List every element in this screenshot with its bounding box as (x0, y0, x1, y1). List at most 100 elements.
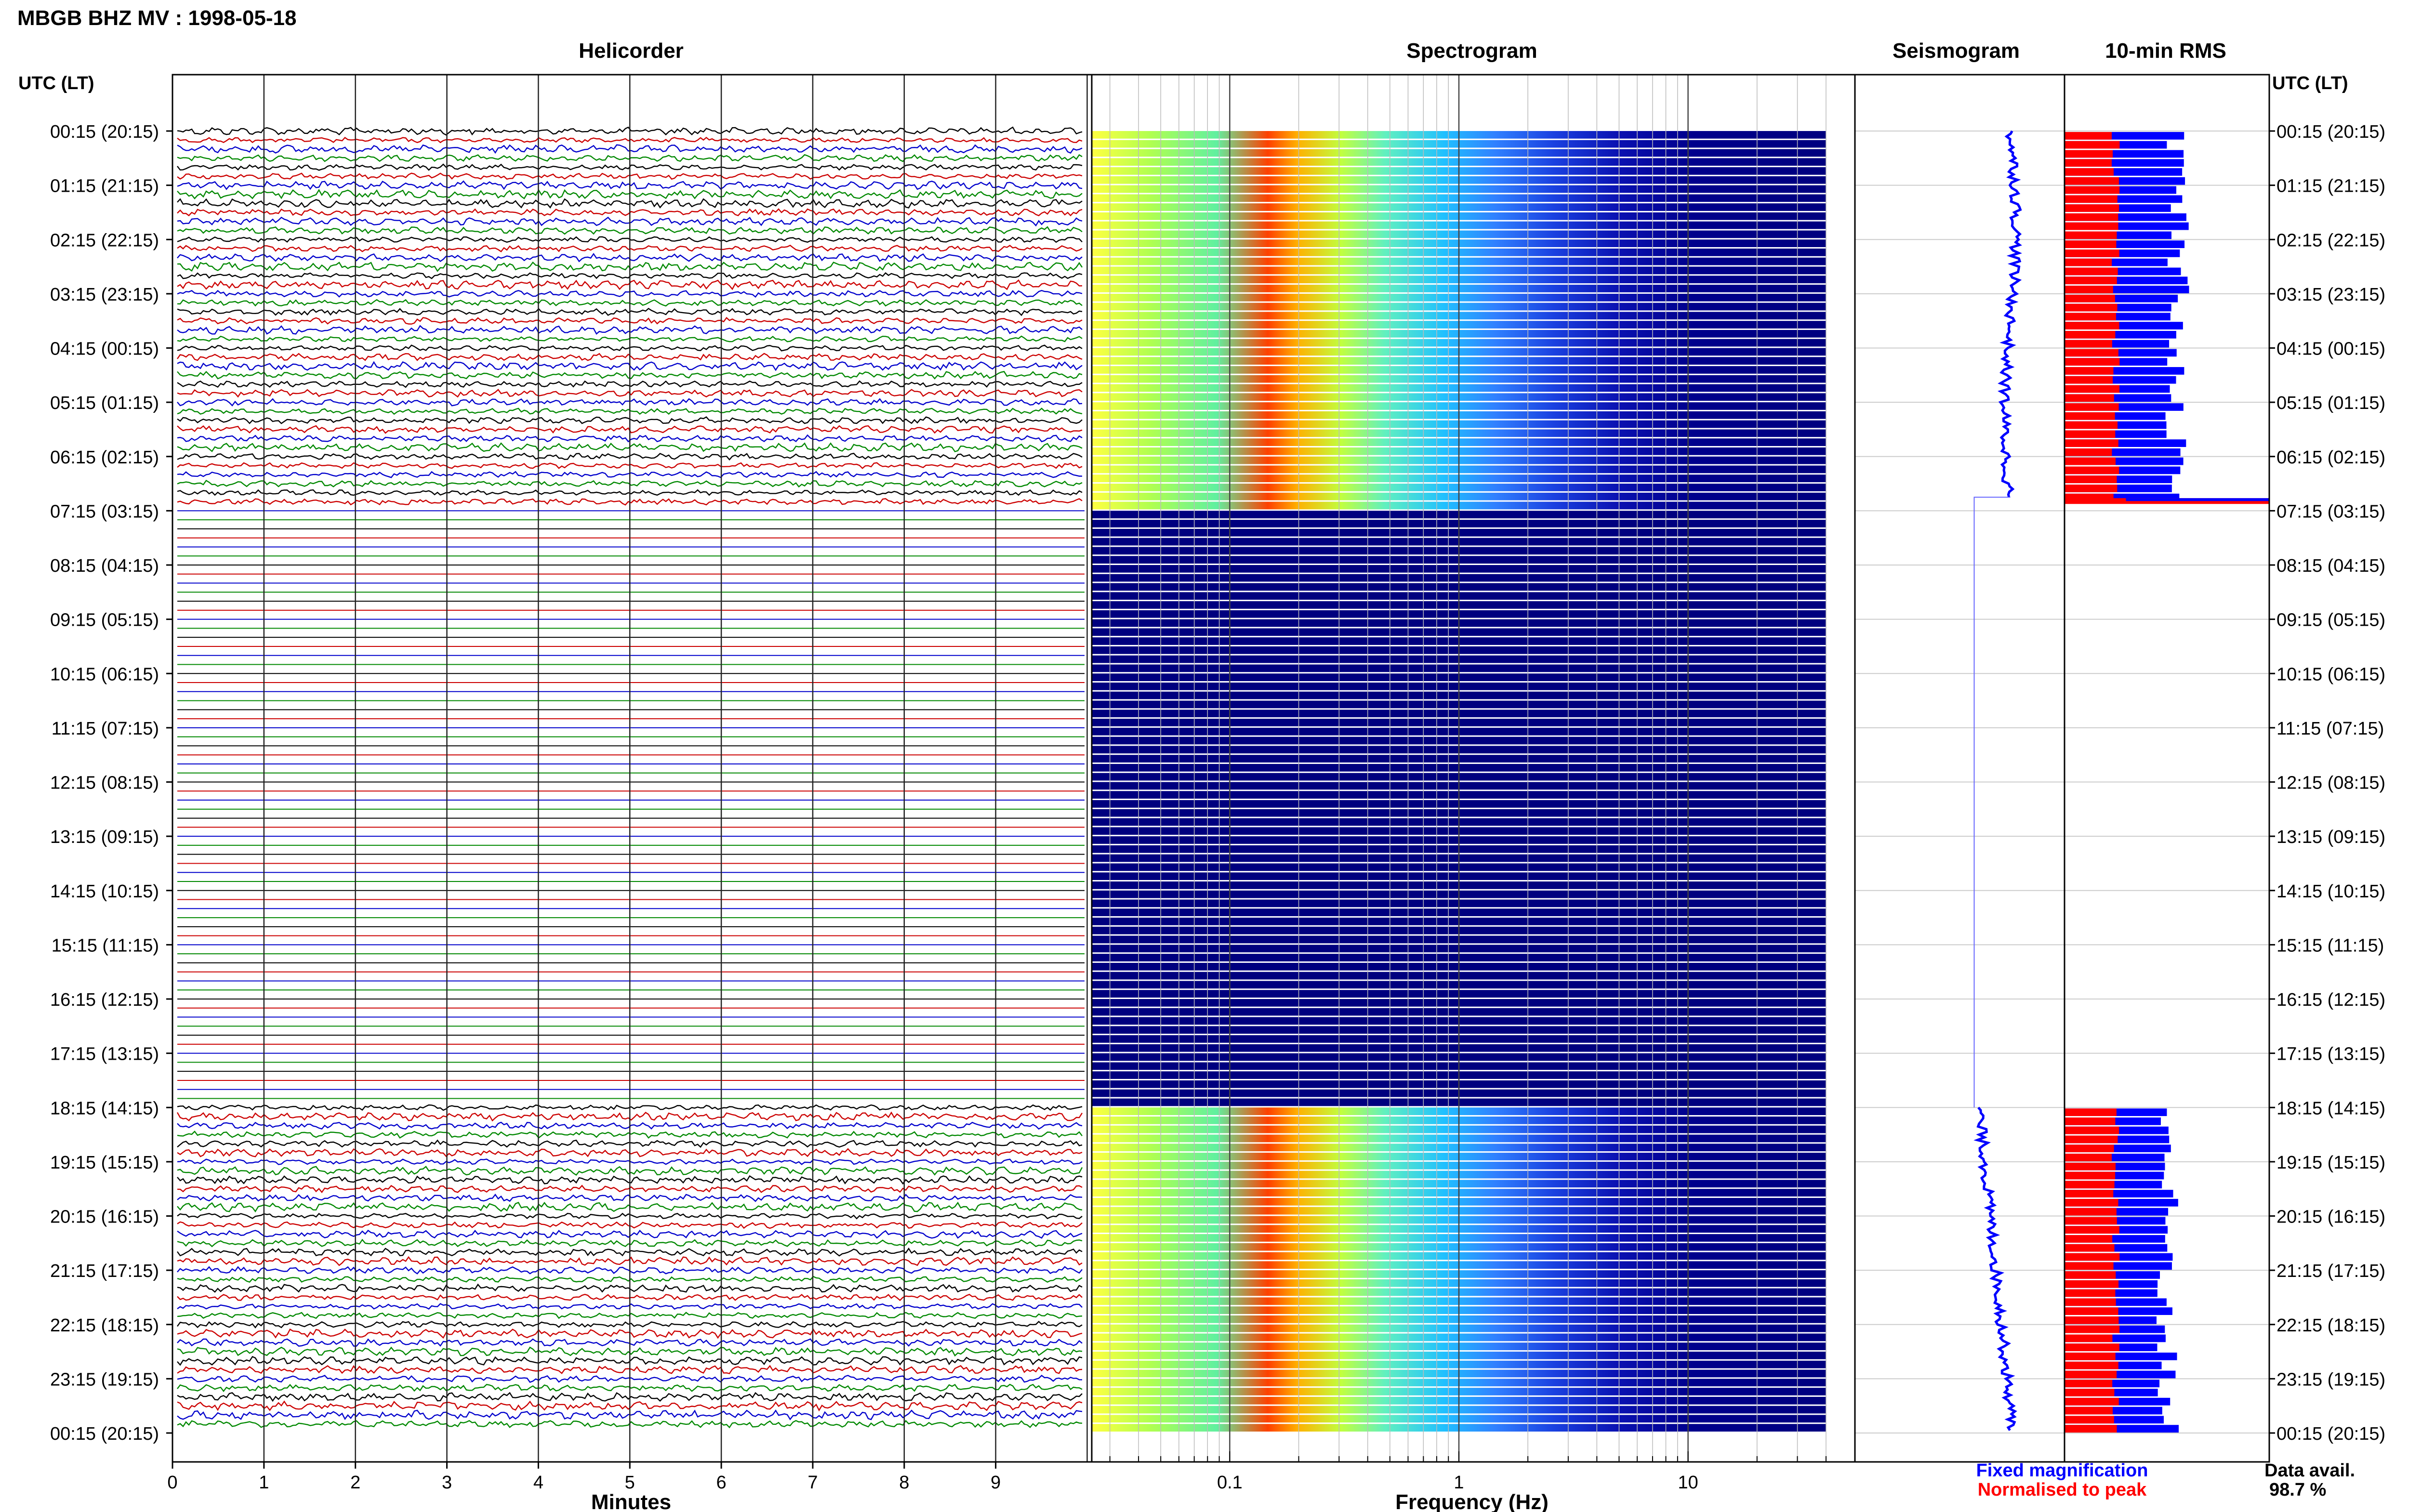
rms-bar-normalised (2065, 466, 2119, 474)
time-label-right: 02:15 (22:15) (2277, 230, 2385, 250)
time-label-left: 04:15 (00:15) (50, 339, 159, 359)
time-label-left: 00:15 (20:15) (50, 122, 159, 142)
rms-bar-normalised (2065, 367, 2114, 375)
rms-bar-normalised (2065, 286, 2113, 293)
time-label-left: 01:15 (21:15) (50, 176, 159, 197)
rms-bar-normalised (2065, 231, 2117, 239)
time-label-right: 19:15 (15:15) (2277, 1153, 2385, 1173)
time-label-right: 13:15 (09:15) (2277, 827, 2385, 847)
minute-tick-label: 1 (259, 1473, 269, 1493)
minute-tick-label: 4 (533, 1473, 543, 1493)
rms-panel (2064, 74, 2270, 1463)
seismogram-trace (1973, 1106, 2017, 1431)
time-label-left: 21:15 (17:15) (50, 1261, 159, 1281)
time-label-right: 12:15 (08:15) (2277, 773, 2385, 793)
minute-axis: 0 1 2 3 4 5 6 7 8 9 (167, 1462, 1001, 1493)
minute-tick-label: 6 (716, 1473, 727, 1493)
rms-bar-normalised (2065, 177, 2119, 185)
rms-bar-normalised (2065, 168, 2114, 176)
rms-bar-normalised (2065, 1126, 2119, 1134)
rms-bar-normalised (2065, 1181, 2115, 1189)
time-label-left: 06:15 (02:15) (50, 447, 159, 468)
seismogram-trace (1998, 130, 2022, 498)
rms-bar-normalised (2065, 376, 2113, 384)
seismogram-title: Seismogram (1893, 39, 2020, 63)
rms-bar-normalised (2065, 1389, 2115, 1396)
time-label-right: 21:15 (17:15) (2277, 1261, 2385, 1281)
rms-bar-normalised (2065, 1407, 2113, 1415)
time-label-left: 03:15 (23:15) (50, 285, 159, 305)
rms-bar-normalised (2065, 276, 2117, 285)
rms-bar-normalised (2065, 1416, 2114, 1424)
rms-bar-normalised (2065, 1235, 2113, 1243)
rms-bar-normalised (2065, 222, 2118, 230)
time-label-left: 12:15 (08:15) (50, 773, 159, 793)
time-label-right: 04:15 (00:15) (2277, 339, 2385, 359)
rms-bar-normalised (2065, 213, 2118, 221)
rms-bar-normalised (2065, 258, 2112, 266)
time-label-left: 14:15 (10:15) (50, 881, 159, 902)
spectrogram-title: Spectrogram (1406, 39, 1537, 63)
frequency-tick-label: 0.1 (1217, 1473, 1243, 1493)
seismic-day-plot: MBGB BHZ MV : 1998-05-18 Helicorder Spec… (17, 6, 2385, 1512)
rms-bar-normalised (2065, 159, 2112, 167)
rms-bar-normalised (2065, 150, 2113, 158)
rms-bar-normalised (2065, 313, 2117, 321)
frequency-axis-label: Frequency (Hz) (1395, 1490, 1549, 1512)
rms-bar-normalised (2065, 1198, 2118, 1207)
rms-bar-normalised (2065, 1280, 2119, 1288)
rms-bar-normalised (2065, 1271, 2116, 1279)
time-label-right: 08:15 (04:15) (2277, 556, 2385, 576)
rms-bar-normalised (2065, 403, 2119, 411)
rms-bar-normalised (2065, 358, 2120, 366)
rms-bar-normalised (2065, 186, 2120, 194)
right-time-axis-label: UTC (LT) (2272, 73, 2348, 93)
rms-bar-normalised (2065, 1425, 2117, 1433)
rms-bar-normalised (2065, 303, 2118, 312)
time-label-right: 03:15 (23:15) (2277, 285, 2385, 305)
rms-bar-normalised (2065, 1262, 2114, 1270)
rms-bar-normalised (2065, 1135, 2118, 1144)
rms-bar-normalised (2065, 475, 2117, 484)
time-label-right: 06:15 (02:15) (2277, 447, 2385, 468)
rms-bar-normalised (2065, 421, 2118, 429)
minutes-axis-label: Minutes (591, 1490, 671, 1512)
rms-bar-normalised (2065, 349, 2118, 357)
rms-bar-normalised (2065, 1244, 2115, 1252)
rms-bar-normalised (2065, 448, 2112, 456)
spectrogram-panel (1091, 74, 1856, 1463)
station-title: MBGB BHZ MV : 1998-05-18 (17, 6, 296, 30)
legend-normalised-to-peak: Normalised to peak (1978, 1480, 2147, 1500)
time-label-left: 07:15 (03:15) (50, 501, 159, 522)
rms-bar-normalised (2065, 141, 2120, 149)
rms-bar-normalised (2065, 1154, 2112, 1161)
time-label-left: 17:15 (13:15) (50, 1044, 159, 1065)
rms-bar-normalised (2065, 485, 2118, 492)
minute-tick-label: 0 (167, 1473, 177, 1493)
seismogram-gap-line (1973, 497, 2011, 1108)
rms-bar-normalised (2065, 1353, 2116, 1360)
time-label-right: 18:15 (14:15) (2277, 1098, 2385, 1118)
rms-bar-normalised (2065, 1307, 2118, 1315)
time-label-right: 05:15 (01:15) (2277, 393, 2385, 413)
rms-bar-normalised (2065, 457, 2116, 465)
time-label-left: 16:15 (12:15) (50, 990, 159, 1010)
time-label-right: 10:15 (06:15) (2277, 664, 2385, 684)
time-label-left: 18:15 (14:15) (50, 1098, 159, 1118)
data-avail-label: Data avail. (2264, 1460, 2355, 1481)
rms-bar-normalised (2065, 430, 2116, 438)
time-label-right: 07:15 (03:15) (2277, 501, 2385, 522)
rms-bar-normalised (2065, 1325, 2120, 1333)
time-label-left: 05:15 (01:15) (50, 393, 159, 413)
rms-bar-normalised (2065, 1397, 2119, 1406)
rms-bar-normalised (2065, 1171, 2116, 1180)
rms-bar-normalised (2065, 1217, 2117, 1225)
time-label-left: 08:15 (04:15) (50, 556, 159, 576)
seismogram-panel (1854, 74, 2269, 1463)
helicorder-title: Helicorder (579, 39, 684, 63)
rms-bar-normalised (2065, 294, 2115, 302)
rms-bar-normalised (2065, 1298, 2116, 1306)
rms-bar-normalised (2065, 204, 2119, 212)
rms-bar-normalised (2065, 267, 2118, 276)
seismogram-frame (1854, 74, 2065, 1463)
